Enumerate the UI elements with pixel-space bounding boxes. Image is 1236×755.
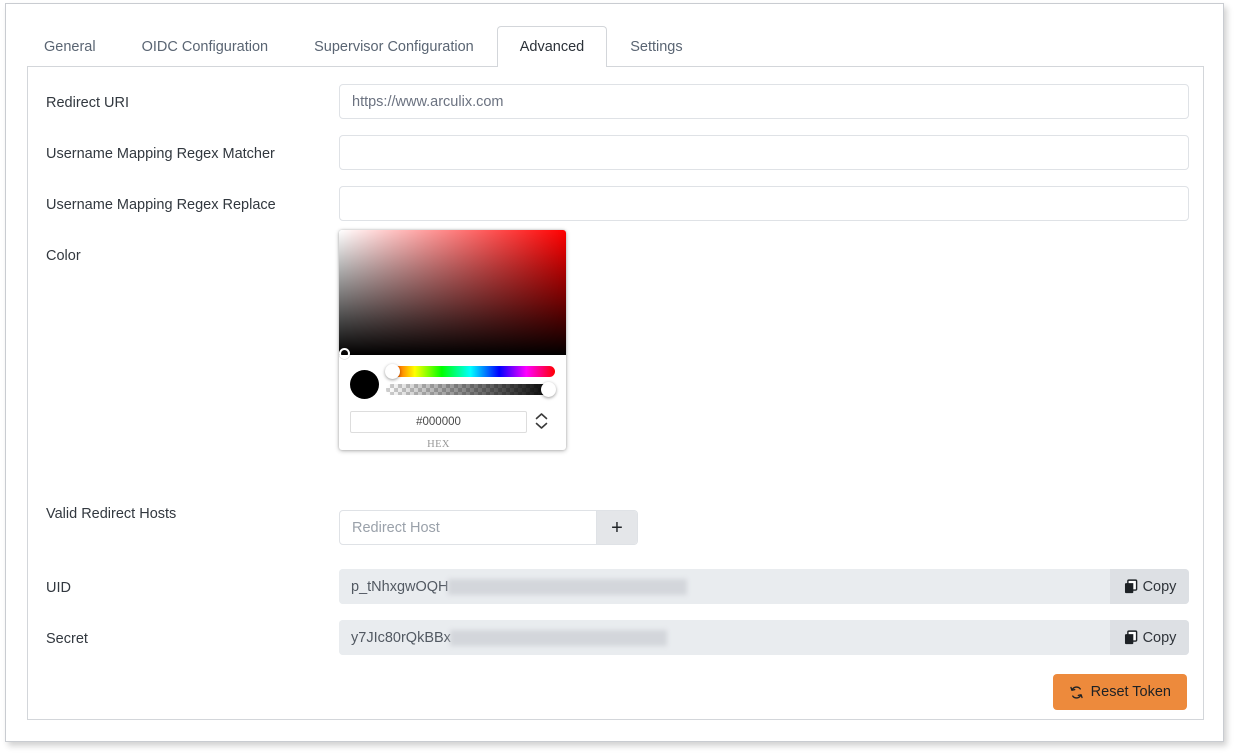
secret-label: Secret [46, 631, 88, 647]
uid-redacted-mask [447, 578, 687, 595]
hex-input-column: HEX [350, 411, 527, 450]
color-picker-popover[interactable]: HEX [339, 230, 566, 450]
tab-label: Supervisor Configuration [314, 39, 474, 55]
tab-advanced[interactable]: Advanced [496, 26, 608, 68]
hue-slider[interactable] [385, 364, 555, 379]
color-label: Color [46, 248, 81, 264]
chevron-up-icon[interactable] [535, 412, 548, 421]
advanced-settings-panel: Redirect URI Username Mapping Regex Matc… [27, 66, 1204, 720]
username-mapping-regex-matcher-control [339, 135, 1189, 170]
copy-uid-label: Copy [1142, 578, 1177, 595]
username-mapping-regex-replace-control [339, 186, 1189, 221]
copy-secret-button[interactable]: Copy [1110, 620, 1189, 655]
secret-value: y7JIc80rQkBBx [351, 629, 451, 646]
uid-value: p_tNhxgwOQH [351, 578, 449, 595]
tab-supervisor-configuration[interactable]: Supervisor Configuration [291, 26, 497, 67]
username-mapping-regex-matcher-label: Username Mapping Regex Matcher [46, 146, 275, 162]
redirect-uri-label: Redirect URI [46, 95, 129, 111]
username-mapping-regex-replace-label: Username Mapping Regex Replace [46, 197, 276, 213]
secret-field-group: y7JIc80rQkBBx Copy [339, 620, 1189, 655]
color-preview-swatch [350, 369, 379, 399]
tab-bar: General OIDC Configuration Supervisor Co… [21, 26, 706, 68]
refresh-icon [1069, 685, 1084, 700]
redirect-host-input-group: + [339, 510, 638, 545]
color-format-stepper[interactable] [527, 411, 555, 430]
valid-redirect-hosts-label: Valid Redirect Hosts [46, 506, 177, 522]
reset-token-label: Reset Token [1090, 684, 1171, 700]
copy-icon [1123, 579, 1138, 594]
reset-token-button[interactable]: Reset Token [1052, 674, 1187, 710]
tab-label: OIDC Configuration [141, 39, 269, 55]
valid-redirect-hosts-control: + [339, 510, 638, 545]
uid-control: p_tNhxgwOQH Copy [339, 569, 1189, 604]
hex-color-input[interactable] [350, 411, 527, 433]
saturation-pointer[interactable] [339, 348, 350, 359]
secret-redacted-mask [449, 629, 667, 646]
chevron-down-icon[interactable] [535, 421, 548, 430]
color-picker-body: HEX [339, 355, 566, 450]
tab-label: Settings [630, 39, 683, 55]
redirect-host-input[interactable] [340, 511, 596, 544]
color-slider-row [350, 364, 556, 402]
tab-general[interactable]: General [21, 26, 119, 67]
hex-format-label: HEX [427, 439, 450, 450]
username-mapping-regex-replace-input[interactable] [339, 186, 1189, 221]
secret-control: y7JIc80rQkBBx Copy [339, 620, 1189, 655]
add-redirect-host-button[interactable]: + [596, 511, 637, 544]
saturation-value-panel[interactable] [339, 230, 566, 359]
hue-slider-handle[interactable] [385, 364, 400, 379]
alpha-slider-handle[interactable] [541, 382, 556, 397]
secret-value-container: y7JIc80rQkBBx [339, 620, 1110, 655]
tab-oidc-configuration[interactable]: OIDC Configuration [119, 26, 292, 67]
redirect-uri-control [339, 84, 1189, 119]
copy-secret-label: Copy [1142, 629, 1177, 646]
redirect-uri-input[interactable] [339, 84, 1189, 119]
tab-label: Advanced [519, 39, 585, 55]
username-mapping-regex-matcher-input[interactable] [339, 135, 1189, 170]
tab-settings[interactable]: Settings [607, 26, 705, 67]
uid-value-container: p_tNhxgwOQH [339, 569, 1110, 604]
uid-field-group: p_tNhxgwOQH Copy [339, 569, 1189, 604]
hex-input-row: HEX [350, 402, 555, 450]
application-window: General OIDC Configuration Supervisor Co… [5, 3, 1224, 742]
uid-label: UID [46, 580, 71, 596]
alpha-slider[interactable] [386, 382, 556, 397]
copy-uid-button[interactable]: Copy [1110, 569, 1189, 604]
color-sliders [385, 364, 556, 402]
color-picker-control: HEX [339, 230, 566, 450]
copy-icon [1123, 630, 1138, 645]
tab-label: General [44, 39, 96, 55]
